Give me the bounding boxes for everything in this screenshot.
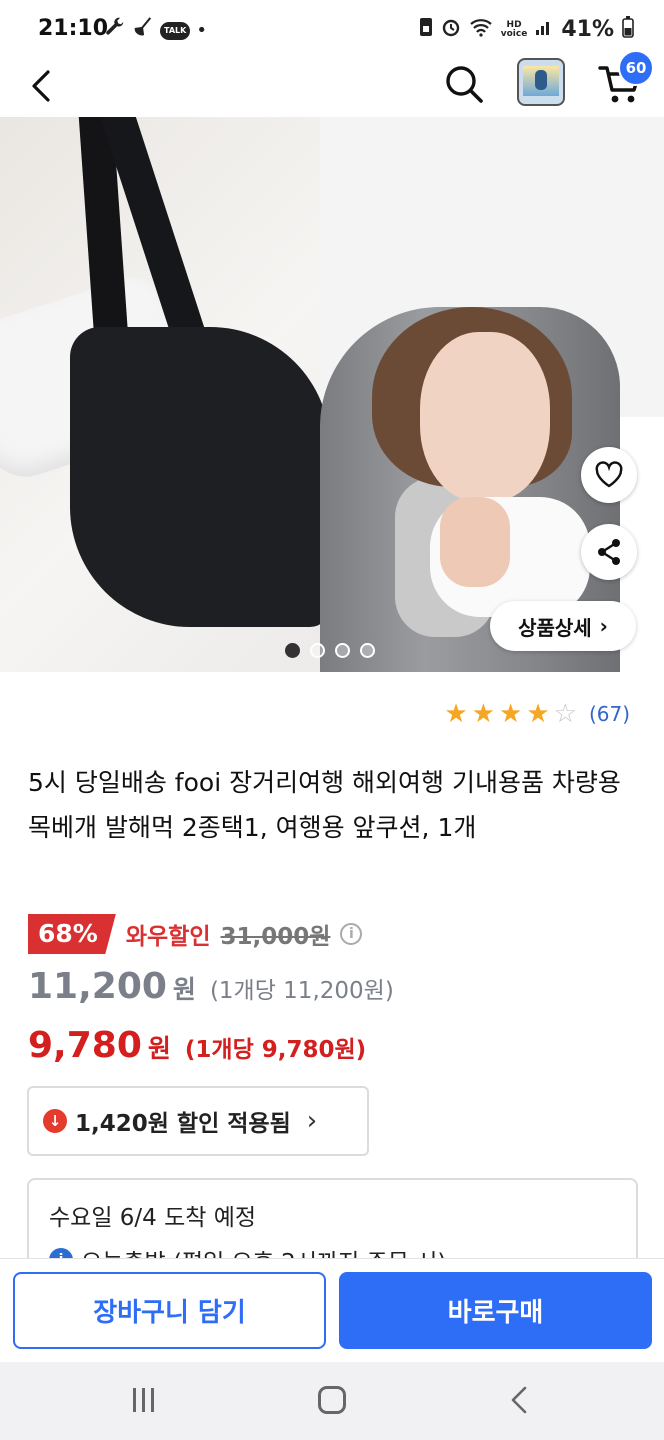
original-price: 31,000원 bbox=[220, 924, 331, 950]
sale-price-unit: 원 bbox=[172, 975, 196, 1004]
product-detail-button[interactable]: 상품상세 › bbox=[490, 601, 636, 651]
system-back-button[interactable] bbox=[505, 1384, 535, 1416]
carousel-dot[interactable] bbox=[360, 643, 375, 658]
coupon-discount-button[interactable]: ↓ 1,420원 할인 적용됨 › bbox=[27, 1086, 369, 1156]
recent-apps-icon bbox=[151, 1388, 154, 1412]
favorite-button[interactable] bbox=[581, 447, 637, 503]
back-arrow-icon bbox=[511, 1386, 527, 1414]
info-icon[interactable]: i bbox=[340, 923, 363, 945]
carousel-dot[interactable] bbox=[335, 643, 350, 658]
wow-price-unit: 원 bbox=[147, 1034, 171, 1063]
alarm-icon bbox=[441, 17, 461, 42]
chevron-right-icon: › bbox=[599, 614, 608, 638]
product-photo-face bbox=[420, 332, 550, 502]
discount-row: 68% 와우할인 31,000원 i bbox=[28, 914, 363, 954]
heart-icon bbox=[595, 461, 623, 488]
status-bar: 21:10 TALK • HD voice 41% bbox=[0, 0, 664, 58]
product-photo-footrest bbox=[70, 327, 330, 627]
product-detail-label: 상품상세 bbox=[518, 615, 592, 640]
status-dot: • bbox=[196, 20, 207, 41]
back-arrow-icon bbox=[32, 70, 50, 102]
kakaotalk-icon: TALK bbox=[160, 22, 191, 40]
product-rating[interactable]: ★ ★ ★ ★ ☆ (67) bbox=[444, 700, 630, 728]
buy-now-button[interactable]: 바로구매 bbox=[339, 1272, 652, 1349]
carousel-dot[interactable] bbox=[310, 643, 325, 658]
back-button[interactable] bbox=[22, 66, 62, 106]
hd-voice-icon: HD voice bbox=[500, 19, 528, 39]
battery-percent: 41% bbox=[561, 17, 614, 42]
share-icon bbox=[598, 539, 620, 565]
wow-price-row: 9,780 원 (1개당 9,780원) bbox=[28, 1025, 366, 1066]
cart-count-badge: 60 bbox=[618, 50, 654, 86]
star-full-icon: ★ bbox=[471, 699, 495, 729]
status-right-icons: HD voice 41% bbox=[419, 16, 634, 43]
review-count[interactable]: (67) bbox=[589, 702, 630, 726]
discount-percent-badge: 68% bbox=[28, 914, 116, 954]
search-button[interactable] bbox=[442, 62, 486, 106]
star-empty-icon: ☆ bbox=[553, 699, 577, 729]
recent-apps-button[interactable] bbox=[133, 1388, 159, 1414]
wrench-icon bbox=[104, 16, 126, 46]
battery-icon bbox=[622, 16, 634, 43]
sale-price-per-unit: (1개당 11,200원) bbox=[209, 978, 394, 1004]
recent-apps-icon bbox=[142, 1388, 145, 1412]
star-full-icon: ★ bbox=[444, 699, 468, 729]
signal-icon bbox=[535, 18, 553, 41]
share-button[interactable] bbox=[581, 524, 637, 580]
wow-price: 9,780 bbox=[28, 1025, 142, 1066]
star-full-icon: ★ bbox=[499, 699, 523, 729]
broom-icon bbox=[132, 16, 154, 46]
status-notification-icons: TALK • bbox=[104, 16, 207, 46]
product-title: 5시 당일배송 fooi 장거리여행 해외여행 기내용품 차량용목베개 발해먹 … bbox=[28, 768, 621, 842]
add-to-cart-button[interactable]: 장바구니 담기 bbox=[13, 1272, 326, 1349]
status-time: 21:10 bbox=[38, 16, 109, 41]
top-header: 60 bbox=[0, 50, 664, 116]
home-button[interactable] bbox=[318, 1386, 346, 1414]
sale-price-row: 11,200 원 (1개당 11,200원) bbox=[28, 966, 394, 1007]
wow-discount-label: 와우할인 bbox=[125, 924, 211, 950]
delivery-arrival: 수요일 6/4 도착 예정 bbox=[49, 1205, 257, 1231]
arrow-down-icon: ↓ bbox=[43, 1109, 67, 1133]
bottom-action-bar: 장바구니 담기 바로구매 bbox=[0, 1258, 664, 1362]
sale-price: 11,200 bbox=[28, 966, 167, 1007]
recent-apps-icon bbox=[133, 1388, 136, 1412]
wow-price-per-unit: (1개당 9,780원) bbox=[184, 1037, 367, 1063]
system-navigation-bar bbox=[0, 1362, 664, 1440]
chevron-right-icon: › bbox=[306, 1106, 318, 1136]
product-image-carousel[interactable]: 상품상세 › bbox=[0, 117, 664, 672]
wifi-icon bbox=[469, 17, 493, 42]
carousel-dot-active[interactable] bbox=[285, 643, 300, 658]
thumbnail-figure bbox=[535, 70, 547, 90]
product-photo-hand bbox=[440, 497, 510, 587]
star-full-icon: ★ bbox=[526, 699, 550, 729]
sim-icon bbox=[419, 17, 433, 42]
carousel-page-indicator bbox=[285, 643, 375, 658]
search-icon bbox=[446, 66, 483, 103]
recent-product-thumbnail[interactable] bbox=[517, 58, 565, 106]
coupon-discount-text: 1,420원 할인 적용됨 bbox=[75, 1111, 291, 1137]
